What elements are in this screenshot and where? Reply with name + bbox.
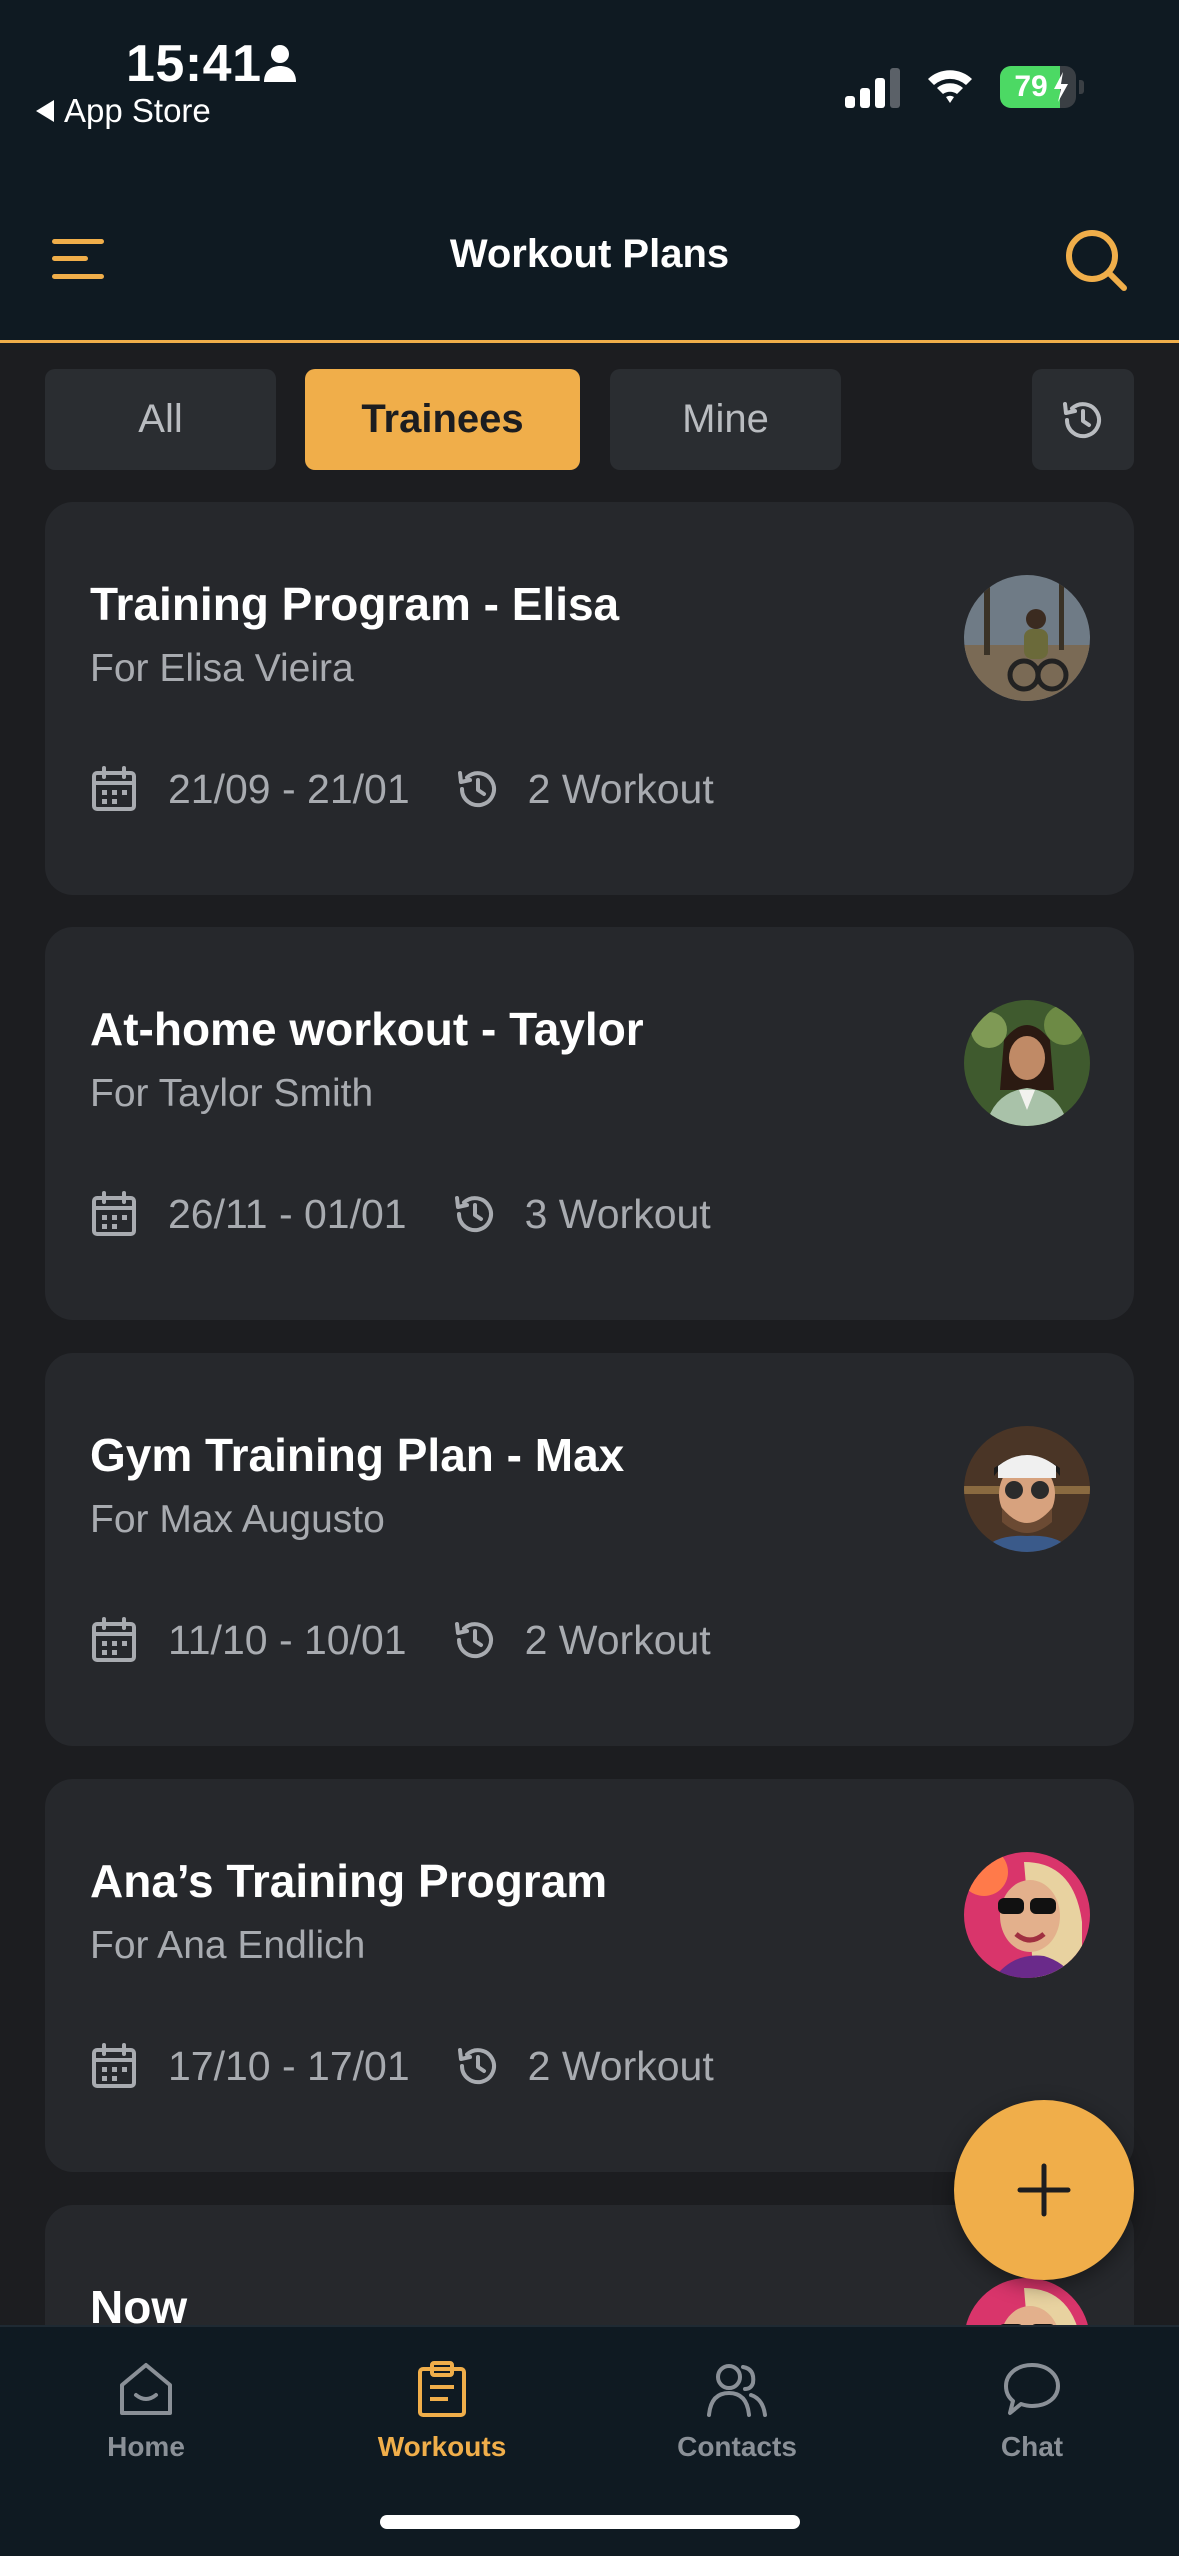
battery-nub <box>1079 80 1084 94</box>
plan-dates: 11/10 - 10/01 <box>168 1616 407 1663</box>
history-icon <box>454 1622 493 1659</box>
nav-chat[interactable]: Chat <box>932 2359 1132 2463</box>
nav-workouts-label: Workouts <box>377 2431 507 2462</box>
avatar <box>964 575 1090 701</box>
history-icon <box>457 2048 496 2085</box>
plan-trainee: For Ana Endlich <box>90 1924 366 1967</box>
calendar-icon <box>92 2043 136 2088</box>
history-icon <box>454 1196 493 1233</box>
plan-trainee: For Max Augusto <box>90 1498 385 1541</box>
nav-workouts[interactable]: Workouts <box>342 2359 542 2463</box>
app-header: 15:41 App Store 79 Workout Plans <box>0 0 1179 343</box>
plus-icon <box>1017 2163 1071 2217</box>
tab-trainees[interactable]: Trainees <box>305 369 580 470</box>
chat-icon <box>1004 2363 1060 2415</box>
workout-plan-card[interactable]: At-home workout - Taylor For Taylor Smit… <box>45 927 1134 1320</box>
plan-workout-count: 2 Workout <box>524 1616 711 1663</box>
wifi-icon <box>928 70 972 103</box>
plan-dates: 26/11 - 01/01 <box>168 1190 407 1237</box>
history-icon <box>457 771 496 808</box>
plan-meta: 26/11 - 01/01 3 Workout <box>90 1190 711 1238</box>
add-plan-button[interactable] <box>954 2100 1134 2280</box>
avatar <box>964 1852 1090 1978</box>
tab-mine[interactable]: Mine <box>610 369 841 470</box>
back-arrow-icon <box>36 100 54 122</box>
history-filter-button[interactable] <box>1032 369 1134 470</box>
back-to-app-store[interactable]: App Store <box>36 92 211 130</box>
avatar <box>964 1426 1090 1552</box>
tab-all[interactable]: All <box>45 369 276 470</box>
nav-contacts-label: Contacts <box>677 2431 797 2462</box>
clipboard-icon <box>418 2361 466 2417</box>
cellular-signal-icon <box>845 68 900 108</box>
contacts-icon <box>707 2364 767 2417</box>
back-app-label: App Store <box>64 92 211 129</box>
history-icon <box>1063 401 1101 438</box>
plan-meta: 17/10 - 17/01 2 Workout <box>90 2042 714 2090</box>
nav-home-label: Home <box>107 2431 185 2462</box>
person-icon <box>264 45 296 82</box>
nav-chat-label: Chat <box>1000 2431 1064 2462</box>
calendar-icon <box>92 766 136 811</box>
search-icon[interactable] <box>1064 228 1128 292</box>
workout-plan-card[interactable]: Gym Training Plan - Max For Max Augusto … <box>45 1353 1134 1746</box>
plan-title: Ana’s Training Program <box>90 1855 608 1907</box>
plan-workout-count: 3 Workout <box>524 1190 711 1237</box>
plan-dates: 21/09 - 21/01 <box>168 765 410 812</box>
plan-workout-count: 2 Workout <box>527 765 714 812</box>
home-indicator <box>380 2515 800 2529</box>
plan-title: Gym Training Plan - Max <box>90 1429 625 1481</box>
plan-meta: 21/09 - 21/01 2 Workout <box>90 765 714 813</box>
plan-title: At-home workout - Taylor <box>90 1003 644 1055</box>
workout-plan-card[interactable]: Training Program - Elisa For Elisa Vieir… <box>45 502 1134 895</box>
workout-plan-card[interactable]: Ana’s Training Program For Ana Endlich 1… <box>45 1779 1134 2172</box>
plan-title: Training Program - Elisa <box>90 578 620 630</box>
plan-dates: 17/10 - 17/01 <box>168 2042 410 2089</box>
plan-trainee: For Taylor Smith <box>90 1072 374 1115</box>
avatar <box>964 1000 1090 1126</box>
nav-home[interactable]: Home <box>46 2359 246 2463</box>
battery-indicator: 79 <box>1000 66 1084 108</box>
home-icon <box>120 2363 172 2415</box>
charging-bolt-icon <box>1054 72 1068 102</box>
plan-meta: 11/10 - 10/01 2 Workout <box>90 1616 711 1664</box>
page-title: Workout Plans <box>449 232 730 276</box>
calendar-icon <box>92 1617 136 1662</box>
calendar-icon <box>92 1191 136 1236</box>
plan-trainee: For Elisa Vieira <box>90 647 354 690</box>
plan-workout-count: 2 Workout <box>527 2042 714 2089</box>
status-time: 15:41 <box>126 35 262 93</box>
nav-contacts[interactable]: Contacts <box>637 2359 837 2463</box>
